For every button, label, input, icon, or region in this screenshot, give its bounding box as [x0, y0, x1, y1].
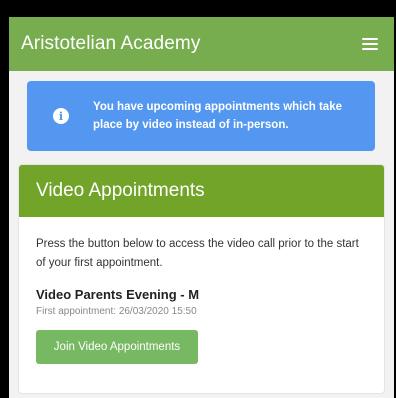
video-info-alert: i You have upcoming appointments which t…: [27, 81, 375, 151]
hamburger-menu-icon[interactable]: [362, 38, 378, 50]
alert-message: You have upcoming appointments which tak…: [93, 101, 342, 131]
card-body: Press the button below to access the vid…: [19, 217, 384, 382]
event-title: Video Parents Evening - M: [36, 287, 200, 302]
video-appointments-card: Video Appointments Press the button belo…: [18, 164, 385, 394]
card-description: Press the button below to access the vid…: [36, 238, 359, 269]
brand-title[interactable]: Aristotelian Academy: [21, 33, 200, 55]
top-navbar: Aristotelian Academy: [9, 17, 394, 71]
join-video-appointments-button[interactable]: Join Video Appointments: [36, 330, 198, 364]
card-title: Video Appointments: [36, 180, 205, 201]
card-header: Video Appointments: [19, 165, 384, 217]
first-appointment-time: First appointment: 26/03/2020 15:50: [36, 306, 197, 317]
info-icon: i: [53, 108, 69, 124]
app-frame: Aristotelian Academy i You have upcoming…: [9, 17, 394, 398]
